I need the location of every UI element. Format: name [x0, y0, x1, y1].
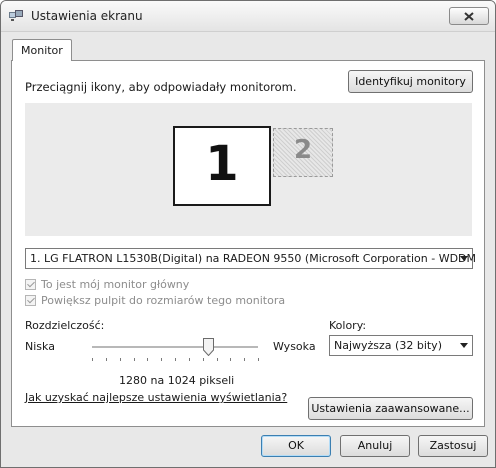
- slider-tick: [105, 358, 107, 361]
- identify-monitors-button[interactable]: Identyfikuj monitory: [348, 70, 473, 93]
- slider-tick: [258, 358, 259, 361]
- display-select[interactable]: 1. LG FLATRON L1530B(Digital) na RADEON …: [25, 248, 477, 269]
- close-button[interactable]: [449, 7, 489, 25]
- instruction-text: Przeciągnij ikony, aby odpowiadały monit…: [25, 80, 297, 94]
- resolution-label: Rozdzielczość:: [25, 319, 105, 332]
- apply-button[interactable]: Zastosuj: [418, 435, 488, 457]
- resolution-slider-track[interactable]: [92, 346, 258, 349]
- resolution-slider-thumb[interactable]: [203, 338, 215, 356]
- slider-tick: [216, 358, 218, 361]
- best-settings-link[interactable]: Jak uzyskać najlepsze ustawienia wyświet…: [25, 391, 287, 404]
- slider-tick: [175, 358, 176, 361]
- tab-monitor-label: Monitor: [21, 44, 63, 57]
- ok-button[interactable]: OK: [261, 435, 331, 457]
- slider-tick: [92, 358, 93, 361]
- title-bar[interactable]: Ustawienia ekranu: [1, 1, 495, 32]
- primary-monitor-label: To jest mój monitor główny: [41, 278, 190, 291]
- colors-select[interactable]: Najwyższa (32 bity): [329, 335, 473, 356]
- slider-tick: [119, 358, 121, 361]
- tab-monitor[interactable]: Monitor: [12, 39, 72, 61]
- slider-tick: [161, 358, 163, 361]
- chevron-down-icon: [460, 256, 468, 261]
- slider-tick: [147, 358, 149, 361]
- slider-tick: [188, 358, 190, 361]
- monitor-2-icon[interactable]: 2: [273, 128, 333, 177]
- slider-tick: [133, 358, 135, 361]
- extend-desktop-label: Powiększ pulpit do rozmiarów tego monito…: [41, 294, 286, 307]
- display-settings-icon: [9, 10, 23, 21]
- slider-tick: [202, 358, 204, 361]
- resolution-value: 1280 na 1024 pikseli: [119, 374, 235, 387]
- slider-tick: [230, 358, 232, 361]
- display-select-value: 1. LG FLATRON L1530B(Digital) na RADEON …: [30, 252, 477, 265]
- display-settings-window: Ustawienia ekranu Monitor Przeciągnij ik…: [0, 0, 496, 468]
- colors-select-value: Najwyższa (32 bity): [334, 339, 442, 352]
- cancel-button[interactable]: Anuluj: [340, 435, 410, 457]
- slider-tick: [244, 358, 246, 361]
- monitor-1-icon[interactable]: 1: [173, 126, 271, 206]
- window-title: Ustawienia ekranu: [31, 9, 143, 23]
- resolution-low-label: Niska: [25, 340, 55, 353]
- checkbox-box: [25, 295, 36, 306]
- checkbox-box: [25, 279, 36, 290]
- close-icon: [464, 11, 474, 21]
- chevron-down-icon: [460, 343, 468, 348]
- advanced-settings-button[interactable]: Ustawienia zaawansowane...: [308, 397, 473, 420]
- resolution-high-label: Wysoka: [273, 340, 316, 353]
- colors-label: Kolory:: [329, 319, 367, 332]
